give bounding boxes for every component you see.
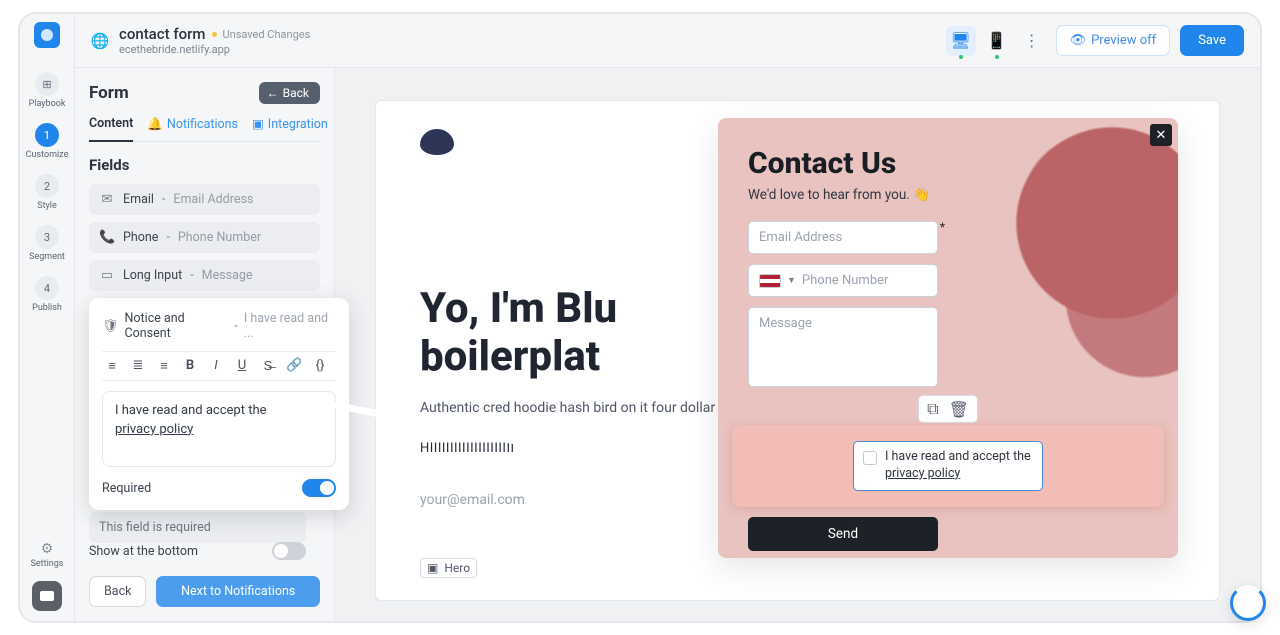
fields-heading: Fields	[89, 156, 320, 174]
popup-consent-field[interactable]: I have read and accept the privacy polic…	[853, 441, 1043, 491]
popup-consent-highlight: I have read and accept the privacy polic…	[732, 425, 1164, 507]
required-message-input[interactable]: This field is required	[89, 512, 306, 543]
popup-subheading: We'd love to hear from you. 👋	[748, 187, 1148, 203]
popup-heading: Contact Us	[748, 146, 1148, 181]
app-logo[interactable]	[34, 22, 60, 48]
rail-playbook[interactable]: ⊞ Playbook	[29, 72, 66, 109]
unsaved-label: Unsaved Changes	[223, 28, 311, 41]
phone-field-icon: 📞	[99, 230, 115, 245]
copy-icon[interactable]: ⧉	[927, 399, 938, 419]
richtext-toolbar: ≡ ≣ ≡ B I U S̶ 🔗 {}	[102, 351, 336, 381]
unsaved-dot-icon	[212, 32, 217, 37]
step-1-icon: 1	[35, 123, 59, 147]
more-menu-icon[interactable]: ⋮	[1018, 31, 1046, 50]
page-url: ecethebride.netlify.app	[119, 43, 310, 56]
save-button[interactable]: Save	[1180, 25, 1244, 56]
popup-send-button[interactable]: Send	[748, 517, 938, 551]
image-icon: ▣	[427, 561, 438, 575]
chevron-down-icon[interactable]: ▼	[787, 275, 796, 286]
mail-icon: ✉	[99, 192, 115, 207]
sidebar-tabs: Content 🔔Notifications ▣Integration	[89, 116, 320, 142]
monitor-icon: 🖥	[950, 31, 970, 50]
arrow-left-icon: ←	[267, 86, 279, 100]
tab-content[interactable]: Content	[89, 116, 133, 142]
rail-style[interactable]: 2 Style	[35, 174, 59, 211]
textarea-icon: ▭	[99, 268, 115, 283]
code-icon[interactable]: {}	[312, 358, 328, 374]
popup-email-input[interactable]: Email Address	[748, 221, 938, 254]
shield-icon: 🛡	[102, 319, 119, 334]
phone-icon: 📱	[987, 31, 1007, 50]
popup-element-toolbar: ⧉ 🗑	[918, 395, 978, 423]
top-bar: 🌐 contact form Unsaved Changes ecethebri…	[75, 14, 1260, 68]
tab-notifications[interactable]: 🔔Notifications	[147, 116, 238, 141]
help-launcher[interactable]	[1230, 585, 1266, 621]
sidebar-back-button[interactable]: ← Back	[259, 82, 320, 104]
site-logo	[420, 129, 454, 155]
left-rail: ⊞ Playbook 1 Customize 2 Style 3 Segment…	[20, 14, 75, 621]
step-4-icon: 4	[35, 276, 59, 300]
show-bottom-label: Show at the bottom	[89, 544, 198, 559]
globe-icon: 🌐	[91, 32, 109, 50]
step-2-icon: 2	[35, 174, 59, 198]
sidebar-footer-back[interactable]: Back	[89, 576, 146, 607]
grid-icon: ⊞	[35, 72, 59, 96]
us-flag-icon[interactable]	[759, 274, 781, 288]
device-toggle: 🖥 📱 ⋮	[946, 26, 1046, 56]
hero-heading-2: boilerplat	[420, 332, 600, 381]
italic-icon[interactable]: I	[208, 358, 224, 374]
step-3-icon: 3	[35, 225, 59, 249]
rail-publish[interactable]: 4 Publish	[32, 276, 62, 313]
field-long-input[interactable]: ▭ Long Input - Message	[89, 260, 320, 291]
bell-icon: 🔔	[147, 117, 163, 132]
delete-icon[interactable]: 🗑	[949, 400, 969, 419]
notice-consent-card: 🛡 Notice and Consent - I have read and .…	[89, 298, 349, 510]
hero-heading-1: Yo, I'm Blu	[420, 284, 617, 333]
align-left-icon[interactable]: ≡	[104, 358, 120, 374]
page-title: contact form	[119, 25, 206, 43]
rail-segment[interactable]: 3 Segment	[29, 225, 65, 262]
chat-launcher[interactable]	[32, 581, 62, 611]
rail-settings[interactable]: ⚙ Settings	[31, 541, 64, 569]
tab-integration[interactable]: ▣Integration	[252, 116, 328, 141]
popup-message-input[interactable]: Message	[748, 307, 938, 387]
show-bottom-toggle[interactable]	[272, 542, 306, 560]
field-email[interactable]: ✉ Email - Email Address	[89, 184, 320, 215]
popup-phone-input[interactable]: ▼ Phone Number	[748, 264, 938, 297]
hero-badge: ▣ Hero	[420, 558, 477, 578]
contact-popup: ✕ Contact Us We'd love to hear from you.…	[718, 118, 1178, 558]
rail-customize[interactable]: 1 Customize	[26, 123, 69, 160]
sidebar-footer-next[interactable]: Next to Notifications	[156, 576, 320, 607]
sidebar-heading: Form	[89, 83, 129, 103]
required-toggle[interactable]	[302, 479, 336, 497]
bold-icon[interactable]: B	[182, 358, 198, 374]
align-center-icon[interactable]: ≣	[130, 358, 146, 374]
field-phone[interactable]: 📞 Phone - Phone Number	[89, 222, 320, 253]
consent-checkbox[interactable]	[863, 451, 877, 465]
strike-icon[interactable]: S̶	[260, 358, 276, 374]
eye-off-icon: 👁	[1070, 33, 1087, 48]
mobile-device-button[interactable]: 📱	[982, 26, 1012, 56]
form-sidebar: Form ← Back Content 🔔Notifications ▣Inte…	[75, 68, 335, 621]
preview-canvas: Blog About title Yo, I'm Blu boilerplat …	[335, 68, 1260, 621]
desktop-device-button[interactable]: 🖥	[946, 26, 976, 56]
underline-icon[interactable]: U	[234, 358, 250, 374]
gear-icon: ⚙	[31, 541, 64, 557]
consent-text-input[interactable]: I have read and accept the privacy polic…	[102, 391, 336, 467]
link-icon[interactable]: 🔗	[286, 358, 302, 374]
required-label: Required	[102, 481, 151, 496]
plug-icon: ▣	[252, 116, 264, 132]
align-right-icon[interactable]: ≡	[156, 358, 172, 374]
preview-toggle-button[interactable]: 👁 Preview off	[1056, 25, 1171, 56]
